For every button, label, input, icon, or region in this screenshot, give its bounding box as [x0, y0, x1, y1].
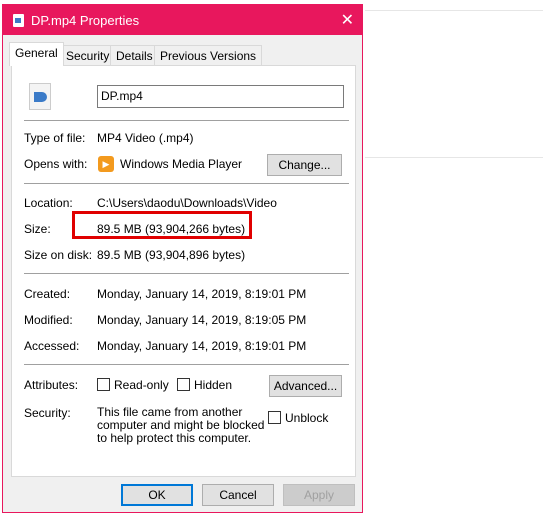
video-file-icon	[29, 83, 51, 110]
security-label: Security:	[24, 406, 71, 420]
size-on-disk-value: 89.5 MB (93,904,896 bytes)	[97, 248, 246, 262]
change-button[interactable]: Change...	[267, 154, 342, 176]
unblock-label: Unblock	[285, 411, 329, 425]
windows-media-player-icon: ▶	[98, 156, 114, 172]
attributes-label: Attributes:	[24, 378, 79, 392]
title-bar: DP.mp4 Properties ✕	[3, 5, 362, 35]
location-value: C:\Users\daodu\Downloads\Video	[97, 196, 277, 210]
divider	[24, 364, 349, 365]
hidden-label: Hidden	[194, 378, 233, 392]
modified-label: Modified:	[24, 313, 73, 327]
file-name-input[interactable]: DP.mp4	[97, 85, 344, 108]
size-on-disk-label: Size on disk:	[24, 248, 93, 262]
general-panel: DP.mp4 Type of file: MP4 Video (.mp4) Op…	[11, 65, 356, 477]
tab-general[interactable]: General	[9, 42, 64, 66]
tab-previous-versions[interactable]: Previous Versions	[154, 45, 263, 65]
ok-button[interactable]: OK	[121, 484, 193, 506]
readonly-label: Read-only	[114, 378, 169, 392]
divider	[24, 120, 349, 121]
accessed-value: Monday, January 14, 2019, 8:19:01 PM	[97, 339, 307, 353]
opens-value: Windows Media Player	[120, 157, 243, 171]
apply-button[interactable]: Apply	[283, 484, 355, 506]
checkbox-box[interactable]	[97, 378, 110, 391]
properties-dialog: DP.mp4 Properties ✕ General Security Det…	[2, 4, 363, 513]
divider	[24, 183, 349, 184]
security-text: This file came from another computer and…	[97, 405, 265, 445]
type-value: MP4 Video (.mp4)	[97, 131, 194, 145]
background-line	[365, 10, 543, 11]
opens-label: Opens with:	[24, 157, 88, 171]
size-highlight-box	[72, 211, 252, 239]
modified-value: Monday, January 14, 2019, 8:19:05 PM	[97, 313, 307, 327]
cancel-button[interactable]: Cancel	[202, 484, 274, 506]
checkbox-box[interactable]	[268, 411, 281, 424]
readonly-checkbox[interactable]: Read-only	[97, 378, 169, 392]
close-icon[interactable]: ✕	[341, 10, 354, 30]
file-icon	[13, 14, 24, 27]
type-label: Type of file:	[24, 131, 86, 145]
created-value: Monday, January 14, 2019, 8:19:01 PM	[97, 287, 307, 301]
window-title: DP.mp4 Properties	[31, 13, 140, 28]
hidden-checkbox[interactable]: Hidden	[177, 378, 232, 392]
unblock-checkbox[interactable]: Unblock	[268, 411, 328, 425]
checkbox-box[interactable]	[177, 378, 190, 391]
divider	[24, 273, 349, 274]
created-label: Created:	[24, 287, 71, 301]
tab-details[interactable]: Details	[110, 45, 159, 65]
location-label: Location:	[24, 196, 73, 210]
tab-security[interactable]: Security	[60, 45, 116, 65]
size-label: Size:	[24, 222, 51, 236]
background-line	[365, 157, 543, 158]
advanced-button[interactable]: Advanced...	[269, 375, 342, 397]
accessed-label: Accessed:	[24, 339, 80, 353]
